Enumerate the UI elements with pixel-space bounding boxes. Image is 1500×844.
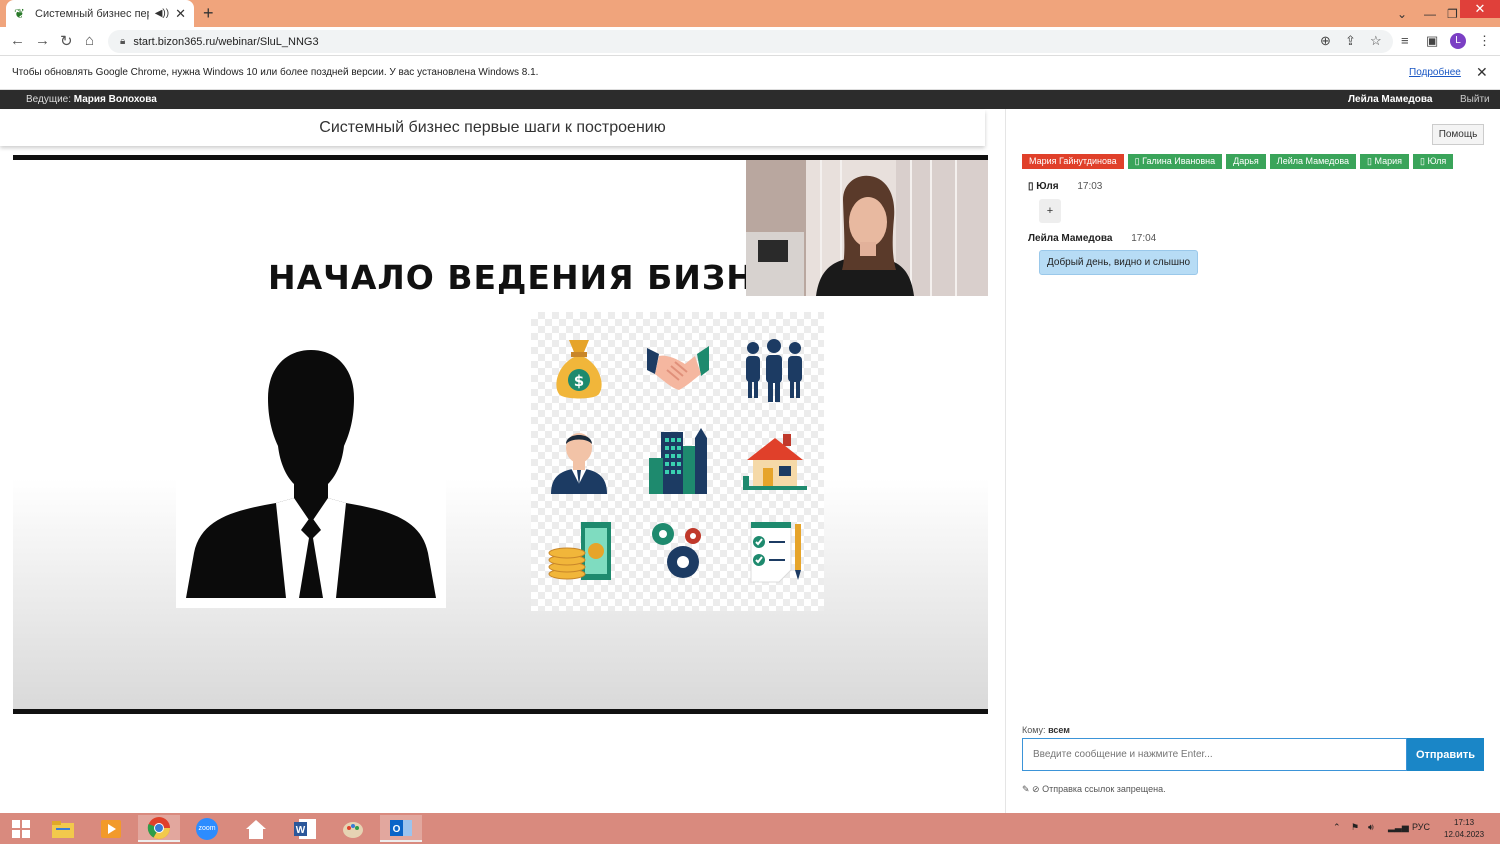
- team-people-icon: [746, 339, 802, 402]
- office-buildings-icon: [649, 428, 707, 494]
- network-icon[interactable]: ▂▃▅: [1388, 822, 1409, 833]
- webinar-title-bar: Системный бизнес первые шаги к построени…: [0, 110, 985, 146]
- svg-text:$: $: [574, 372, 584, 390]
- participant-tag[interactable]: ▯ Галина Ивановна: [1127, 154, 1223, 169]
- tab-close-icon[interactable]: ✕: [175, 6, 186, 22]
- reload-icon[interactable]: ↻: [60, 32, 73, 50]
- message-author[interactable]: Лейла Мамедова: [1028, 233, 1112, 244]
- zoom-app-label: zoom: [198, 825, 216, 832]
- new-tab-icon[interactable]: +: [203, 3, 214, 24]
- chat-message-bubble: +: [1039, 199, 1061, 223]
- home-app-icon[interactable]: [235, 815, 277, 842]
- chat-panel: Помощь Мария Гайнутдинова ▯ Галина Ивано…: [1005, 109, 1500, 813]
- infobar-message: Чтобы обновлять Google Chrome, нужна Win…: [12, 67, 539, 78]
- chat-message-header: ▯ Юля 17:03: [1028, 181, 1102, 192]
- recipient-selector[interactable]: всем: [1048, 725, 1070, 735]
- media-player-icon[interactable]: [90, 815, 132, 842]
- webinar-host-bar: Ведущие: Мария Волохова Лейла Мамедова В…: [0, 90, 1500, 109]
- host-name: Мария Волохова: [73, 94, 157, 105]
- participant-tag[interactable]: ▯ Мария: [1360, 154, 1410, 169]
- address-bar[interactable]: 🔒︎ start.bizon365.ru/webinar/SluL_NNG3: [108, 30, 1393, 53]
- audio-icon[interactable]: ◀)): [155, 8, 169, 19]
- chat-message-input[interactable]: [1022, 738, 1407, 771]
- minimize-icon[interactable]: —: [1424, 0, 1436, 27]
- tray-chevron-icon[interactable]: ⌃: [1333, 822, 1341, 833]
- bookmark-star-icon[interactable]: ☆: [1370, 33, 1382, 49]
- message-time: 17:03: [1077, 181, 1103, 192]
- tab-search-chevron-icon[interactable]: ⌄: [1397, 0, 1407, 27]
- file-explorer-icon[interactable]: [42, 815, 84, 842]
- recipient-line: Кому: всем: [1022, 725, 1070, 735]
- clock-date: 12.04.2023: [1444, 830, 1485, 839]
- flag-icon[interactable]: ⚑: [1351, 822, 1359, 833]
- host-info: Ведущие: Мария Волохова: [26, 94, 157, 105]
- coins-cash-icon: [548, 522, 611, 580]
- reading-list-icon[interactable]: ≡: [1401, 33, 1409, 48]
- lock-icon[interactable]: 🔒︎: [120, 36, 125, 47]
- participant-tag[interactable]: Мария Гайнутдинова: [1022, 154, 1124, 169]
- participant-tag[interactable]: Лейла Мамедова: [1269, 154, 1357, 169]
- business-icons-grid: $: [531, 312, 824, 611]
- svg-text:O: O: [393, 824, 401, 835]
- share-icon[interactable]: ⇪: [1345, 33, 1356, 49]
- browser-tab[interactable]: ❦ Системный бизнес первые ◀)) ✕: [6, 0, 194, 27]
- logout-link[interactable]: Выйти: [1460, 94, 1490, 105]
- businessman-silhouette-image: [176, 338, 446, 608]
- chrome-icon[interactable]: [138, 815, 180, 842]
- handshake-icon: [647, 346, 709, 390]
- home-icon[interactable]: ⌂: [85, 32, 94, 49]
- zoom-icon[interactable]: ⊕: [1320, 33, 1331, 49]
- paint-icon[interactable]: [332, 815, 374, 842]
- word-icon[interactable]: W: [284, 815, 326, 842]
- send-button[interactable]: Отправить: [1407, 738, 1484, 771]
- windows-start-icon[interactable]: [0, 815, 42, 842]
- volume-icon[interactable]: 🔊︎: [1368, 822, 1374, 833]
- businessman-avatar-icon: [551, 433, 607, 494]
- windows-taskbar: zoom W O ⌃ ⚑ 🔊︎ ▂▃▅ РУС 17:13 12.04.2023: [0, 813, 1500, 844]
- presenter-webcam-video[interactable]: [746, 160, 988, 296]
- infobar-more-link[interactable]: Подробнее: [1409, 67, 1461, 78]
- help-button[interactable]: Помощь: [1432, 124, 1484, 145]
- window-close-icon[interactable]: ✕: [1460, 0, 1500, 18]
- money-bag-icon: $: [556, 340, 602, 399]
- presentation-slide: НАЧАЛО ВЕДЕНИЯ БИЗНЕСА $: [13, 155, 988, 714]
- language-indicator[interactable]: РУС: [1412, 822, 1430, 832]
- browser-toolbar: ← → ↻ ⌂ 🔒︎ start.bizon365.ru/webinar/Slu…: [0, 27, 1500, 56]
- message-time: 17:04: [1131, 233, 1157, 244]
- update-infobar: Чтобы обновлять Google Chrome, нужна Win…: [0, 57, 1500, 90]
- chat-message-bubble: Добрый день, видно и слышно: [1039, 250, 1199, 275]
- recipient-label: Кому:: [1022, 725, 1046, 735]
- participant-tag[interactable]: ▯ Юля: [1413, 154, 1454, 169]
- restore-icon[interactable]: ❐: [1447, 0, 1458, 27]
- browser-tab-strip: ❦ Системный бизнес первые ◀)) ✕ + ⌄ — ❐ …: [0, 0, 1500, 27]
- menu-kebab-icon[interactable]: ⋮: [1478, 33, 1491, 49]
- host-label: Ведущие:: [26, 94, 71, 105]
- current-user-name: Лейла Мамедова: [1348, 94, 1433, 105]
- taskbar-clock[interactable]: 17:13 12.04.2023: [1444, 817, 1484, 841]
- zoom-app-icon[interactable]: zoom: [186, 815, 228, 842]
- outlook-icon[interactable]: O: [380, 815, 422, 842]
- participant-tags: Мария Гайнутдинова ▯ Галина Ивановна Дар…: [1022, 154, 1454, 169]
- back-icon[interactable]: ←: [10, 32, 25, 49]
- checklist-icon: [750, 522, 801, 583]
- side-panel-icon[interactable]: ▣: [1426, 33, 1438, 49]
- profile-avatar[interactable]: L: [1450, 33, 1466, 49]
- message-author[interactable]: ▯ Юля: [1028, 181, 1059, 192]
- site-favicon-icon: ❦: [14, 5, 25, 21]
- gears-icon: [652, 523, 701, 578]
- clock-time: 17:13: [1454, 818, 1475, 827]
- participant-tag[interactable]: Дарья: [1226, 154, 1266, 169]
- svg-text:W: W: [296, 825, 306, 836]
- infobar-close-icon[interactable]: ✕: [1476, 64, 1488, 81]
- tab-title: Системный бизнес первые: [35, 7, 149, 20]
- chat-message-header: Лейла Мамедова 17:04: [1028, 233, 1156, 244]
- house-icon: [743, 434, 807, 490]
- webinar-title: Системный бизнес первые шаги к построени…: [319, 119, 666, 136]
- address-url: start.bizon365.ru/webinar/SluL_NNG3: [133, 35, 319, 48]
- forward-icon[interactable]: →: [35, 32, 50, 49]
- links-forbidden-note: ✎ ⊘ Отправка ссылок запрещена.: [1022, 784, 1166, 794]
